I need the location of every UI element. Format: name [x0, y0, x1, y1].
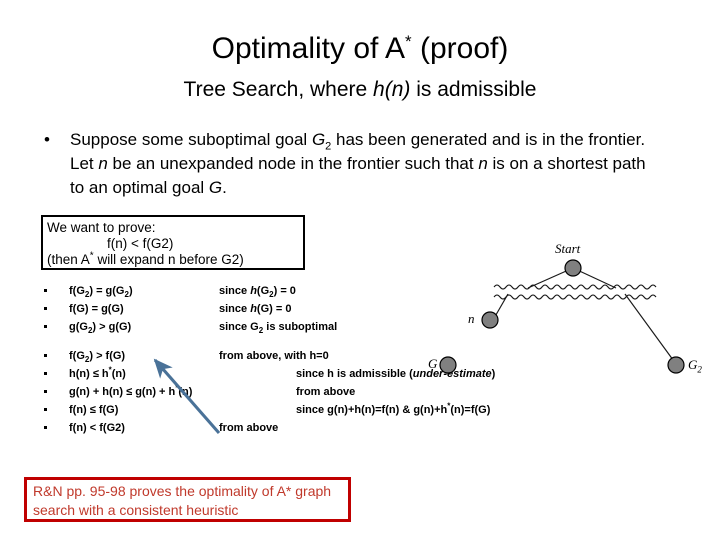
square-bullet-icon: [44, 289, 47, 292]
eq-lhs-post: ) = g(G: [89, 285, 125, 297]
proof-goal-line-1: We want to prove:: [47, 220, 156, 235]
equation-rhs: from above, with h=0: [219, 351, 329, 362]
square-bullet-icon: [44, 426, 47, 429]
frontier-wave-lower: [493, 294, 657, 300]
node-g2-letter: G: [688, 357, 698, 372]
equation-rhs: since G2 is suboptimal: [219, 321, 338, 335]
eq-rhs-pre: since: [219, 303, 251, 315]
eq-lhs-pre: f(G: [69, 350, 85, 362]
page-subtitle-italic: h(n): [373, 78, 411, 101]
eq-rhs-end: (n)=f(G): [450, 404, 491, 416]
reference-callout-box: R&N pp. 95-98 proves the optimality of A…: [24, 477, 351, 522]
eq-rhs-pre: since g(n)+h(n)=f(n) & g(n)+h: [296, 404, 448, 416]
square-bullet-icon: [44, 390, 47, 393]
eq-lhs-pre: h(n) ≤ h: [69, 368, 109, 380]
page-subtitle-post: is admissible: [410, 78, 537, 101]
square-bullet-icon: [44, 372, 47, 375]
eq-lhs-pre: g(n) + h(n) ≤ g(n) + h: [69, 386, 176, 398]
node-start-label: Start: [555, 241, 581, 256]
reference-callout-text: R&N pp. 95-98 proves the optimality of A…: [33, 483, 332, 518]
node-n-label: n: [468, 311, 475, 326]
page-title: Optimality of A* (proof): [0, 30, 720, 68]
eq-rhs-pre: since: [219, 285, 251, 297]
lead-symbol-g2: G: [311, 130, 326, 149]
equation-lhs: f(n) < f(G2): [69, 423, 125, 434]
equation-lhs: f(G2) > f(G): [69, 350, 126, 364]
eq-lhs-end: ): [128, 285, 133, 297]
eq-rhs-italic: h: [250, 285, 257, 297]
node-g2-label: G2: [688, 357, 702, 375]
eq-lhs-pre: f(n) < f(G2): [69, 422, 125, 434]
lead-bullet: • Suppose some suboptimal goal G2 has be…: [40, 128, 664, 200]
equation-row: f(n) < f(G2) from above: [41, 423, 641, 441]
node-g2: [667, 356, 685, 374]
square-bullet-icon: [44, 408, 47, 411]
node-g-label: G: [428, 356, 438, 371]
equation-lhs: h(n) ≤ h*(n): [69, 366, 126, 380]
node-g: [439, 356, 457, 374]
proof-goal-line-3: (then A* will expand n before G2): [47, 251, 244, 268]
page-title-tail: (proof): [411, 32, 509, 65]
eq-lhs-pre: f(n) ≤ f(G): [69, 404, 119, 416]
eq-rhs-end: ) = 0: [273, 285, 296, 297]
eq-rhs-end: is suboptimal: [263, 321, 338, 333]
square-bullet-icon: [44, 354, 47, 357]
slide-canvas: Optimality of A* (proof) Tree Search, wh…: [0, 0, 720, 540]
eq-rhs-pre: from above: [219, 422, 279, 434]
proof-goal-line-3-pre: (then A: [47, 252, 90, 267]
proof-goal-box: We want to prove: f(n) < f(G2) (then A* …: [41, 215, 305, 270]
proof-goal-line-2: f(n) < f(G2): [107, 236, 174, 251]
eq-rhs-pre: from above, with h=0: [219, 350, 329, 362]
equation-rhs: from above: [296, 387, 355, 398]
equation-lhs: g(G2) > g(G): [69, 321, 132, 335]
eq-rhs-post: (G: [256, 285, 270, 297]
eq-lhs-pre: g(G: [69, 321, 88, 333]
equation-rhs: since h(G2) = 0: [219, 285, 296, 299]
lead-symbol-n2: n: [478, 154, 488, 173]
square-bullet-icon: [44, 325, 47, 328]
eq-rhs-pre: since G: [219, 321, 259, 333]
equation-lhs: f(G2) = g(G2): [69, 285, 133, 299]
page-subtitle-pre: Tree Search, where: [183, 78, 374, 101]
equation-lhs: f(G) = g(G): [69, 304, 124, 315]
lead-symbol-n1: n: [98, 154, 108, 173]
bullet-marker-icon: •: [44, 130, 50, 149]
lead-symbol-g: G: [208, 178, 223, 197]
equation-rhs: since g(n)+h(n)=f(n) & g(n)+h*(n)=f(G): [296, 402, 491, 416]
lead-bullet-text: Suppose some suboptimal goal G2 has been…: [70, 128, 664, 200]
lead-text-part1: Suppose some suboptimal goal: [70, 130, 312, 149]
eq-rhs-italic: h: [250, 303, 257, 315]
square-bullet-icon: [44, 307, 47, 310]
equation-lhs: g(n) + h(n) ≤ g(n) + h*(n): [69, 384, 193, 398]
eq-rhs-post: (G) = 0: [256, 303, 292, 315]
search-tree-svg: [439, 259, 685, 374]
node-g2-subscript: 2: [697, 364, 702, 375]
equation-rhs: since h(G) = 0: [219, 304, 291, 315]
eq-rhs-pre: from above: [296, 386, 356, 398]
equation-lhs: f(n) ≤ f(G): [69, 405, 118, 416]
proof-goal-line-3-post: will expand n before G2): [93, 252, 244, 267]
eq-rhs-pre: since h is admissible (: [296, 368, 413, 380]
equation-rhs: from above: [219, 423, 278, 434]
eq-lhs-end: (n): [111, 368, 126, 380]
node-n: [481, 311, 499, 329]
lead-text-part3: be an unexpanded node in the frontier su…: [107, 154, 479, 173]
page-title-star: *: [405, 32, 412, 51]
equation-row: f(n) ≤ f(G) since g(n)+h(n)=f(n) & g(n)+…: [41, 402, 641, 423]
eq-lhs-post: ) > f(G): [89, 350, 126, 362]
page-subtitle: Tree Search, where h(n) is admissible: [0, 76, 720, 103]
edge-frontier-to-g2: [624, 293, 677, 365]
frontier-wave-upper: [493, 284, 657, 290]
eq-lhs-end: (n): [178, 386, 193, 398]
page-title-main: Optimality of A: [211, 32, 406, 65]
eq-lhs-pre: f(G: [69, 285, 85, 297]
node-start: [564, 259, 582, 277]
search-tree-diagram: Start n G G2: [420, 236, 720, 396]
eq-lhs-post: ) > g(G): [92, 321, 132, 333]
eq-lhs-pre: f(G) = g(G): [69, 303, 124, 315]
lead-text-part5: .: [222, 178, 227, 197]
